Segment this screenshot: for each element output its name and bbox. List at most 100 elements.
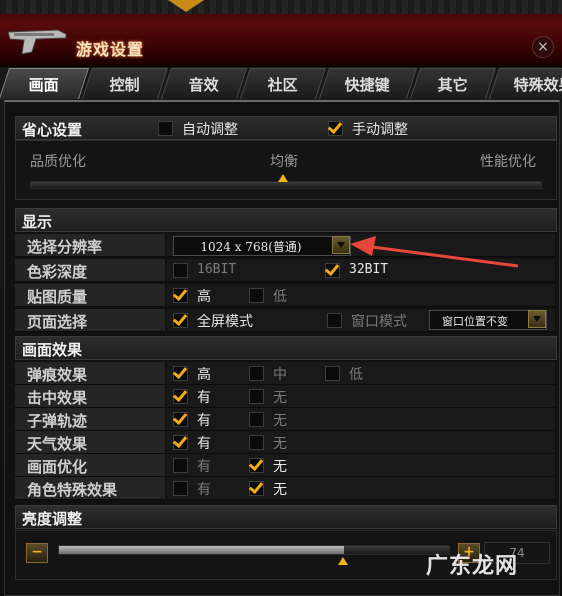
bullet-hole-row: 高 中 低: [167, 362, 555, 385]
render-optimize-row-label: 画面优化: [15, 454, 165, 477]
texture-low-checkbox[interactable]: [249, 288, 264, 303]
page-mode-row: 全屏模式 窗口模式 窗口位置不变: [167, 309, 555, 332]
tab-hotkeys[interactable]: 快捷键: [318, 68, 418, 99]
color-depth-row-label: 色彩深度: [15, 259, 165, 282]
fullscreen-label: 全屏模式: [197, 314, 253, 330]
weather-on-checkbox[interactable]: [173, 435, 188, 450]
row-label: 角色特殊效果: [27, 481, 118, 499]
window-position-select[interactable]: 窗口位置不变: [429, 310, 547, 330]
chevron-down-icon[interactable]: [332, 236, 350, 254]
row-label: 击中效果: [27, 389, 88, 407]
option-label: 无: [273, 482, 287, 498]
texture-row-label: 贴图质量: [15, 284, 165, 307]
char-effect-off-checkbox[interactable]: [249, 481, 264, 496]
top-stripe: [0, 0, 562, 14]
option-label: 无: [273, 436, 287, 452]
hit-effect-off-checkbox[interactable]: [249, 389, 264, 404]
manual-adjust-checkbox[interactable]: [328, 121, 343, 136]
brightness-minus-button[interactable]: −: [26, 543, 48, 563]
bullet-trail-row-label: 子弹轨迹: [15, 408, 165, 431]
weather-off-checkbox[interactable]: [249, 435, 264, 450]
close-icon: ×: [537, 39, 549, 55]
row-label: 页面选择: [27, 313, 88, 331]
tab-bar: 画面 控制 音效 社区 快捷键 其它 特殊效果: [0, 68, 562, 100]
option-label: 低: [349, 367, 363, 383]
bullet-trail-off-checkbox[interactable]: [249, 412, 264, 427]
quality-label: 品质优化: [30, 154, 86, 170]
row-label: 色彩深度: [27, 263, 88, 281]
tab-label: 特殊效果: [513, 75, 562, 94]
bullet-hole-high-checkbox[interactable]: [173, 366, 188, 381]
window-mode-checkbox[interactable]: [327, 313, 342, 328]
quality-slider-track[interactable]: [30, 181, 542, 189]
effects-section-header: 画面效果: [15, 336, 557, 360]
tab-special-effects[interactable]: 特殊效果: [488, 68, 562, 99]
render-optimize-off-checkbox[interactable]: [249, 458, 264, 473]
hit-effect-on-checkbox[interactable]: [173, 389, 188, 404]
tab-label: 快捷键: [345, 75, 391, 94]
quality-slider-panel: 品质优化 均衡 性能优化: [15, 140, 557, 200]
option-label: 高: [197, 367, 211, 383]
option-label: 有: [197, 413, 211, 429]
tab-label: 音效: [188, 75, 219, 94]
fullscreen-checkbox[interactable]: [173, 313, 188, 328]
section-label: 画面效果: [22, 341, 83, 359]
bullet-hole-low-checkbox[interactable]: [325, 366, 340, 381]
window-mode-label: 窗口模式: [351, 314, 407, 330]
top-notch-icon: [168, 0, 204, 12]
texture-low-label: 低: [273, 289, 287, 305]
quality-slider-thumb[interactable]: [278, 174, 288, 182]
auto-adjust-label: 自动调整: [182, 122, 238, 138]
brightness-section-header: 亮度调整: [15, 505, 557, 529]
option-label: 有: [197, 390, 211, 406]
title-bar: 游戏设置 ×: [0, 0, 562, 67]
auto-adjust-checkbox[interactable]: [158, 121, 173, 136]
row-label: 弹痕效果: [27, 366, 88, 384]
balance-label: 均衡: [270, 154, 298, 170]
weather-row-label: 天气效果: [15, 431, 165, 454]
settings-window: 游戏设置 × 画面 控制 音效 社区 快捷键 其它 特殊效果 省心设置 自动调整…: [0, 0, 562, 596]
section-label: 亮度调整: [22, 510, 83, 528]
char-effect-on-checkbox[interactable]: [173, 481, 188, 496]
performance-label: 性能优化: [480, 154, 536, 170]
render-optimize-on-checkbox[interactable]: [173, 458, 188, 473]
window-position-value: 窗口位置不变: [442, 315, 508, 328]
brightness-slider-track[interactable]: [58, 545, 450, 555]
texture-row: 高 低: [167, 284, 555, 307]
char-effect-row-label: 角色特殊效果: [15, 477, 165, 500]
tab-community[interactable]: 社区: [239, 68, 327, 99]
section-label: 省心设置: [22, 121, 83, 139]
section-label: 显示: [22, 213, 53, 231]
row-label: 子弹轨迹: [27, 412, 88, 430]
option-label: 有: [197, 436, 211, 452]
tab-other[interactable]: 其它: [409, 68, 497, 99]
16bit-checkbox[interactable]: [173, 263, 188, 278]
tab-label: 控制: [109, 75, 140, 94]
bullet-trail-on-checkbox[interactable]: [173, 412, 188, 427]
resolution-row-label: 选择分辨率: [15, 234, 165, 257]
row-label: 天气效果: [27, 435, 88, 453]
tab-label: 画面: [28, 75, 59, 94]
32bit-label: 32BIT: [349, 262, 389, 277]
texture-high-label: 高: [197, 289, 211, 305]
texture-high-checkbox[interactable]: [173, 288, 188, 303]
watermark: 广东龙网: [426, 553, 519, 579]
brightness-slider-thumb[interactable]: [338, 557, 348, 565]
color-depth-row: 16BIT 32BIT: [167, 259, 555, 282]
32bit-checkbox[interactable]: [325, 263, 340, 278]
row-label: 选择分辨率: [27, 238, 103, 256]
bullet-hole-mid-checkbox[interactable]: [249, 366, 264, 381]
weather-row: 有 无: [167, 431, 555, 454]
tab-graphics[interactable]: 画面: [0, 68, 90, 99]
tab-content: 省心设置 自动调整 手动调整 品质优化 均衡 性能优化 显示 选择分辨率 102…: [4, 100, 560, 596]
tab-control[interactable]: 控制: [81, 68, 169, 99]
tab-sound[interactable]: 音效: [160, 68, 248, 99]
close-button[interactable]: ×: [532, 36, 554, 58]
resolution-value: 1024 x 768(普通): [200, 240, 302, 254]
row-label: 画面优化: [27, 458, 88, 476]
render-optimize-row: 有 无: [167, 454, 555, 477]
resolution-select[interactable]: 1024 x 768(普通): [173, 236, 351, 256]
option-label: 有: [197, 482, 211, 498]
row-label: 贴图质量: [27, 288, 88, 306]
chevron-down-icon[interactable]: [528, 310, 546, 328]
